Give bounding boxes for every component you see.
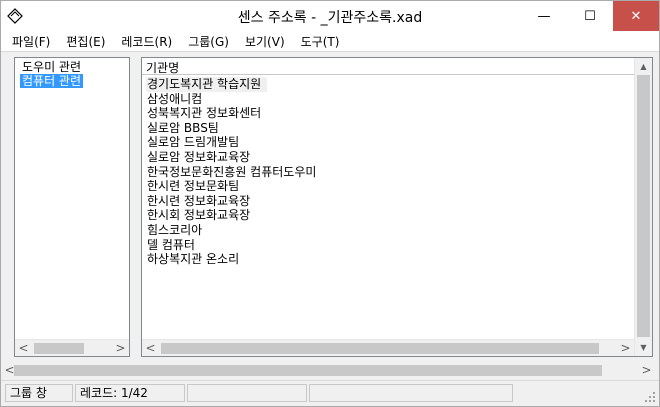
title-bar[interactable]: 센스 주소록 - _기관주소록.xad — ☐ ✕ — [1, 1, 659, 31]
list-item[interactable]: 성북복지관 정보화센터 — [146, 106, 626, 121]
record-list-vscrollbar[interactable]: ▲ ▼ — [634, 58, 652, 356]
list-item[interactable]: 한국정보문화진흥원 컴퓨터도우미 — [146, 165, 626, 180]
menu-view[interactable]: 보기(V) — [242, 33, 288, 50]
list-item[interactable]: 힘스코리아 — [146, 223, 626, 238]
scroll-down-icon[interactable]: ▼ — [635, 339, 652, 356]
status-empty-2 — [309, 384, 513, 402]
scroll-thumb[interactable] — [14, 365, 602, 376]
close-icon: ✕ — [630, 8, 642, 24]
list-item[interactable]: 한시련 정보화교육장 — [146, 194, 626, 209]
main-window: 센스 주소록 - _기관주소록.xad — ☐ ✕ 파일(F) 편집(E) 레코… — [0, 0, 660, 407]
resize-grip-icon[interactable] — [644, 391, 656, 403]
maximize-icon: ☐ — [584, 8, 596, 24]
status-pane-name: 그룹 창 — [5, 384, 73, 402]
scroll-up-icon[interactable]: ▲ — [635, 58, 652, 75]
scroll-thumb[interactable] — [637, 75, 650, 337]
list-item[interactable]: 실로암 드림개발팀 — [146, 135, 626, 150]
menu-record[interactable]: 레코드(R) — [118, 33, 175, 50]
list-item[interactable]: 실로암 정보화교육장 — [146, 150, 626, 165]
record-list-pane[interactable]: 기관명 경기도복지관 학습지원 삼성애니컴 성북복지관 정보화센터 실로암 BB… — [141, 57, 653, 357]
window-hscrollbar[interactable]: < > — [4, 362, 655, 379]
group-item-helper[interactable]: 도우미 관련 — [20, 60, 83, 74]
list-item[interactable]: 델 컴퓨터 — [146, 238, 626, 253]
scroll-thumb[interactable] — [161, 343, 599, 354]
list-item[interactable]: 삼성애니컴 — [146, 92, 626, 107]
list-item[interactable]: 한시련 정보문화팀 — [146, 179, 626, 194]
menu-edit[interactable]: 편집(E) — [63, 33, 108, 50]
list-item[interactable]: 한시회 정보화교육장 — [146, 208, 626, 223]
scroll-thumb[interactable] — [34, 343, 84, 354]
record-list: 경기도복지관 학습지원 삼성애니컴 성북복지관 정보화센터 실로암 BBS팀 실… — [146, 77, 626, 267]
list-item[interactable]: 하상복지관 온소리 — [146, 252, 626, 267]
status-bar: 그룹 창 레코드: 1/42 — [1, 380, 659, 406]
scroll-right-icon[interactable]: > — [638, 362, 655, 379]
status-record-count: 레코드: 1/42 — [75, 384, 185, 402]
column-header-label: 기관명 — [146, 61, 180, 75]
scroll-left-icon[interactable]: < — [142, 340, 159, 357]
record-list-hscrollbar[interactable]: < > — [142, 339, 634, 356]
minimize-button[interactable]: — — [521, 1, 567, 31]
scroll-left-icon[interactable]: < — [15, 340, 32, 357]
group-pane[interactable]: 도우미 관련 컴퓨터 관련 < > — [14, 57, 130, 357]
group-pane-hscrollbar[interactable]: < > — [15, 339, 129, 356]
scroll-right-icon[interactable]: > — [617, 340, 634, 357]
menu-bar: 파일(F) 편집(E) 레코드(R) 그룹(G) 보기(V) 도구(T) — [1, 31, 659, 52]
status-empty-1 — [187, 384, 307, 402]
menu-file[interactable]: 파일(F) — [9, 33, 53, 50]
list-item[interactable]: 경기도복지관 학습지원 — [146, 77, 268, 92]
column-header-institution[interactable]: 기관명 — [142, 58, 634, 75]
list-item[interactable]: 실로암 BBS팀 — [146, 121, 626, 136]
menu-tools[interactable]: 도구(T) — [298, 33, 343, 50]
close-button[interactable]: ✕ — [613, 1, 659, 31]
group-item-computer[interactable]: 컴퓨터 관련 — [20, 74, 84, 88]
scroll-right-icon[interactable]: > — [112, 340, 129, 357]
maximize-button[interactable]: ☐ — [567, 1, 613, 31]
minimize-icon: — — [537, 8, 551, 24]
menu-group[interactable]: 그룹(G) — [185, 33, 232, 50]
